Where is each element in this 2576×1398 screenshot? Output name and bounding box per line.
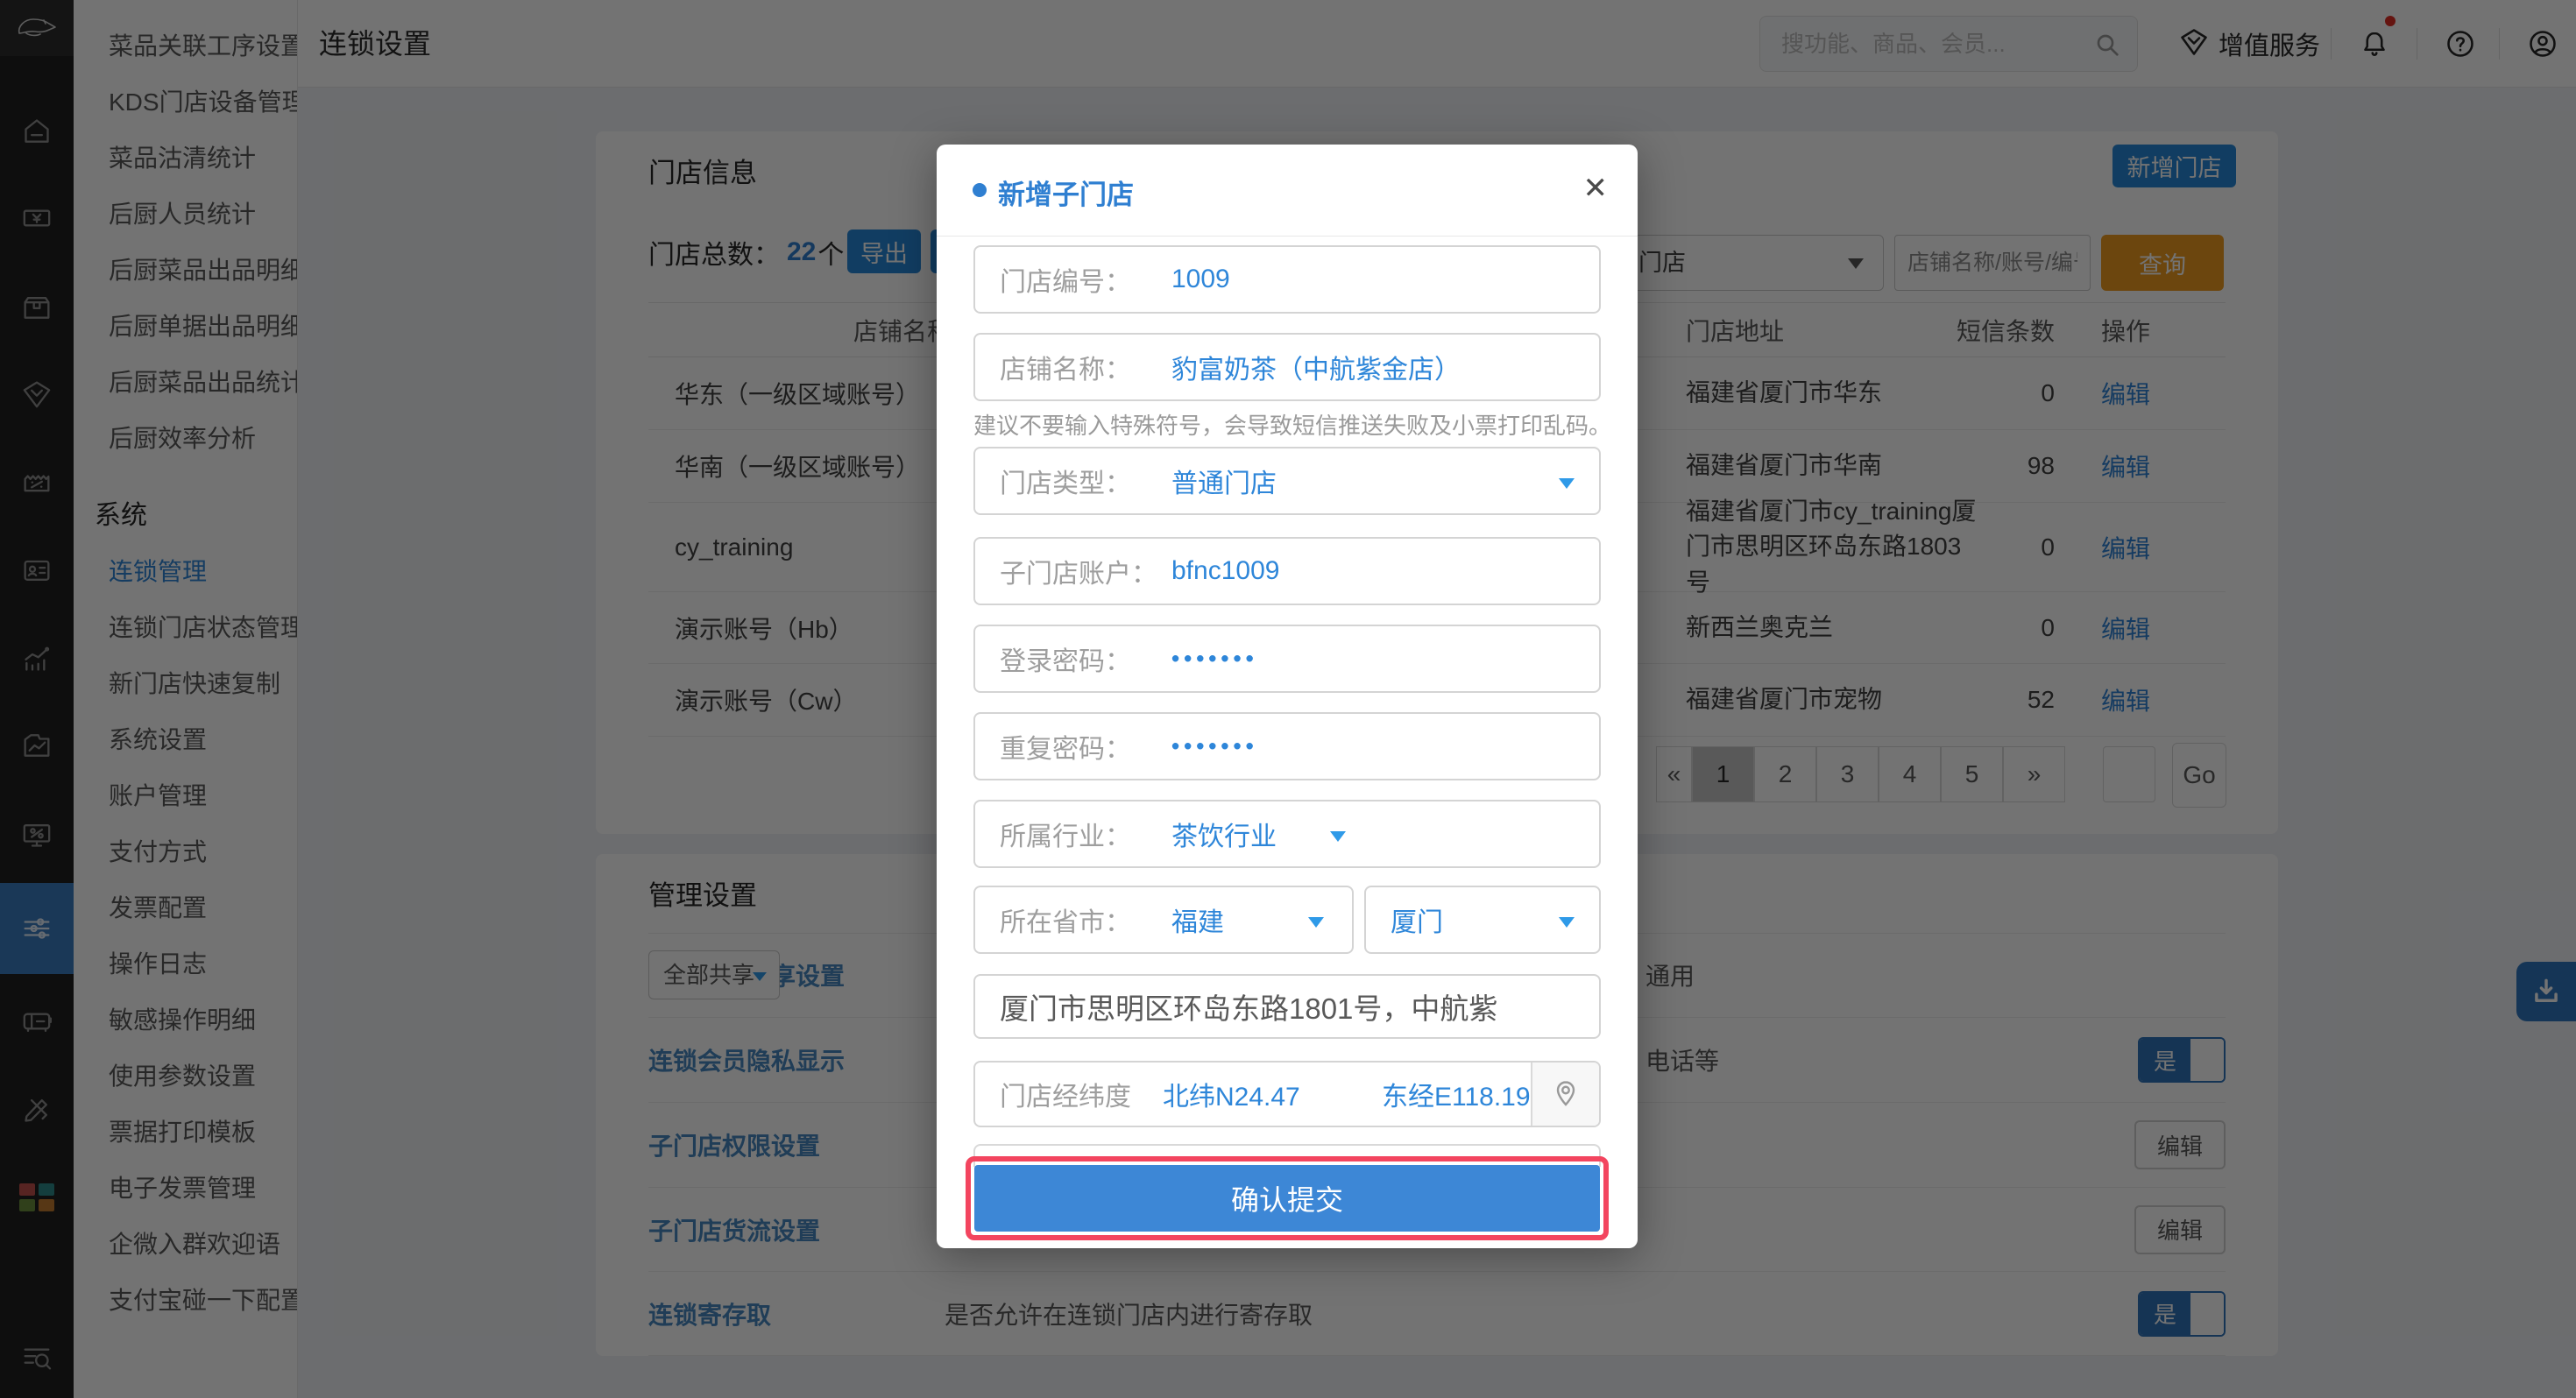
store-type-select[interactable]: 门店类型： 普通门店 (973, 447, 1601, 515)
industry-select[interactable]: 所属行业： 茶饮行业 (973, 800, 1601, 868)
modal-header: 新增子门店 ✕ (937, 145, 1638, 237)
sub-account-field[interactable]: 子门店账户： bfnc1009 (973, 537, 1601, 605)
close-icon[interactable]: ✕ (1583, 171, 1609, 206)
confirm-submit-button[interactable]: 确认提交 (974, 1165, 1600, 1232)
annotation-highlight: 确认提交 (966, 1156, 1609, 1240)
add-substore-modal: 新增子门店 ✕ 门店编号： 1009 店铺名称： 豹富奶茶（中航紫金店） 建议不… (937, 145, 1638, 1248)
blue-dot-icon (973, 183, 987, 197)
password-repeat-field[interactable]: 重复密码： ••••••• (973, 712, 1601, 780)
store-name-hint: 建议不要输入特殊符号，会导致短信推送失败及小票打印乱码。 (973, 408, 1611, 441)
latitude-value: 北纬N24.47 (1163, 1075, 1300, 1113)
chevron-down-icon (1559, 478, 1575, 489)
longitude-value: 东经E118.19 (1382, 1075, 1531, 1113)
city-select[interactable]: 厦门 (1364, 886, 1601, 954)
latlng-field[interactable]: 门店经纬度 北纬N24.47 东经E118.19 (973, 1061, 1601, 1127)
chevron-down-icon (1308, 917, 1324, 928)
chevron-down-icon (1330, 831, 1346, 842)
location-pin-icon (1550, 1078, 1582, 1110)
modal-title: 新增子门店 (998, 173, 1134, 212)
chevron-down-icon (1559, 917, 1575, 928)
province-select[interactable]: 所在省市： 福建 (973, 886, 1354, 954)
password-field[interactable]: 登录密码： ••••••• (973, 625, 1601, 693)
address-field[interactable]: 厦门市思明区环岛东路1801号，中航紫 (973, 974, 1601, 1039)
store-no-field[interactable]: 门店编号： 1009 (973, 245, 1601, 314)
store-name-field[interactable]: 店铺名称： 豹富奶茶（中航紫金店） (973, 333, 1601, 401)
map-locate-button[interactable] (1531, 1063, 1599, 1126)
